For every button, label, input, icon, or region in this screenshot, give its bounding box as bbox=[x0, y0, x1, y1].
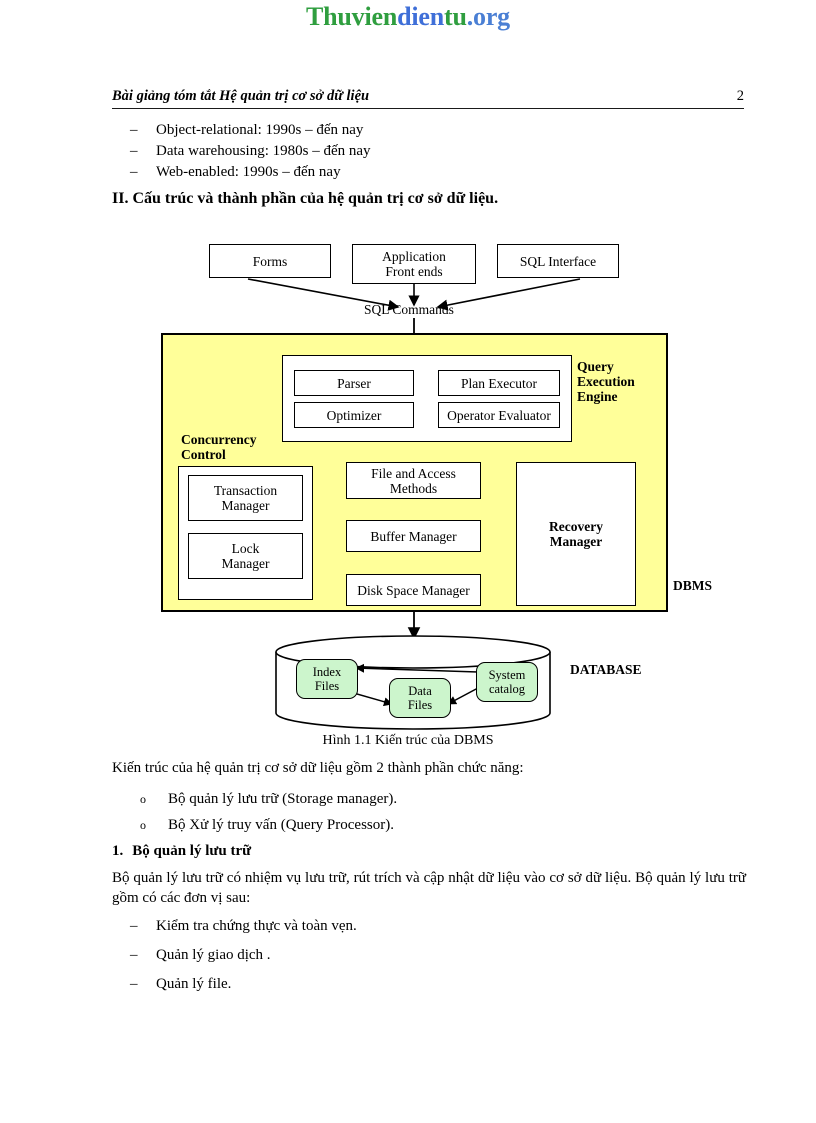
function-list: o Bộ quản lý lưu trữ (Storage manager). … bbox=[140, 786, 397, 838]
running-header: Bài giảng tóm tắt Hệ quản trị cơ sở dữ l… bbox=[112, 88, 744, 109]
subsection-heading: 1. Bộ quản lý lưu trữ bbox=[112, 843, 251, 860]
diagram-box-disk-space-manager: Disk Space Manager bbox=[346, 574, 481, 606]
logo-part-1: Thuvien bbox=[306, 2, 398, 31]
list-item-label: Object-relational: 1990s – đến nay bbox=[156, 122, 364, 138]
list-item-label: Quản lý giao dịch . bbox=[156, 947, 271, 963]
diagram-box-lock-manager: Lock Manager bbox=[188, 533, 303, 579]
list-item: – Web-enabled: 1990s – đến nay bbox=[130, 162, 371, 182]
list-item: – Kiểm tra chứng thực và toàn vẹn. bbox=[130, 916, 357, 936]
list-item-label: Bộ quản lý lưu trữ (Storage manager). bbox=[168, 791, 398, 807]
list-item: o Bộ Xử lý truy vấn (Query Processor). bbox=[140, 812, 397, 838]
database-label: DATABASE bbox=[570, 662, 642, 677]
site-logo: Thuviendientu.org bbox=[0, 2, 816, 32]
diagram-box-file-and-access-methods: File and Access Methods bbox=[346, 462, 481, 499]
dbms-label: DBMS bbox=[673, 578, 713, 593]
subsection-title: Bộ quản lý lưu trữ bbox=[132, 843, 252, 859]
subsection-number: 1. bbox=[112, 843, 124, 859]
diagram-box-buffer-manager: Buffer Manager bbox=[346, 520, 481, 552]
diagram-box-optimizer: Optimizer bbox=[294, 402, 414, 428]
dash-marker: – bbox=[130, 122, 138, 138]
list-item: o Bộ quản lý lưu trữ (Storage manager). bbox=[140, 786, 397, 812]
body-paragraph: Bộ quản lý lưu trữ có nhiệm vụ lưu trữ, … bbox=[112, 870, 746, 906]
logo-part-4: .org bbox=[466, 2, 510, 31]
dash-marker: – bbox=[130, 976, 138, 992]
dash-marker: – bbox=[130, 918, 138, 934]
bottom-dash-list: – Kiểm tra chứng thực và toàn vẹn. – Quả… bbox=[130, 916, 357, 995]
concurrency-control-label: Concurrency Control bbox=[181, 432, 257, 462]
list-item-label: Data warehousing: 1980s – đến nay bbox=[156, 143, 371, 159]
diagram-box-parser: Parser bbox=[294, 370, 414, 396]
dash-marker: – bbox=[130, 164, 138, 180]
circle-marker: o bbox=[140, 792, 146, 806]
sql-commands-label: SQL Commands bbox=[364, 302, 454, 317]
diagram-box-transaction-manager: Transaction Manager bbox=[188, 475, 303, 521]
diagram-box-sql-interface: SQL Interface bbox=[497, 244, 619, 278]
query-execution-engine-group bbox=[282, 355, 572, 442]
section-heading: II. Cấu trúc và thành phần của hệ quản t… bbox=[112, 190, 499, 207]
list-item-label: Kiểm tra chứng thực và toàn vẹn. bbox=[156, 918, 357, 934]
logo-part-2: dien bbox=[397, 2, 444, 31]
list-item-label: Quản lý file. bbox=[156, 976, 232, 992]
top-dash-list: – Object-relational: 1990s – đến nay – D… bbox=[130, 120, 371, 183]
list-item: – Quản lý giao dịch . bbox=[130, 945, 357, 965]
diagram-box-recovery-manager: Recovery Manager bbox=[516, 462, 636, 606]
diagram-box-data-files: Data Files bbox=[389, 678, 451, 718]
circle-marker: o bbox=[140, 818, 146, 832]
dash-marker: – bbox=[130, 143, 138, 159]
list-item-label: Web-enabled: 1990s – đến nay bbox=[156, 164, 341, 180]
diagram-box-system-catalog: System catalog bbox=[476, 662, 538, 702]
list-item: – Data warehousing: 1980s – đến nay bbox=[130, 141, 371, 161]
intro-paragraph: Kiến trúc của hệ quản trị cơ sở dữ liệu … bbox=[112, 760, 524, 776]
diagram-box-application-front-ends: Application Front ends bbox=[352, 244, 476, 284]
dash-marker: – bbox=[130, 947, 138, 963]
list-item: – Quản lý file. bbox=[130, 974, 357, 994]
list-item-label: Bộ Xử lý truy vấn (Query Processor). bbox=[168, 817, 395, 833]
list-item: – Object-relational: 1990s – đến nay bbox=[130, 120, 371, 140]
diagram-box-operator-evaluator: Operator Evaluator bbox=[438, 402, 560, 428]
logo-part-3: tu bbox=[444, 2, 467, 31]
diagram-box-forms: Forms bbox=[209, 244, 331, 278]
diagram-box-plan-executor: Plan Executor bbox=[438, 370, 560, 396]
header-title: Bài giảng tóm tắt Hệ quản trị cơ sở dữ l… bbox=[112, 88, 370, 104]
query-execution-engine-label: Query Execution Engine bbox=[577, 359, 635, 404]
diagram-box-index-files: Index Files bbox=[296, 659, 358, 699]
figure-caption: Hình 1.1 Kiến trúc của DBMS bbox=[322, 733, 494, 748]
page-number: 2 bbox=[736, 88, 744, 104]
